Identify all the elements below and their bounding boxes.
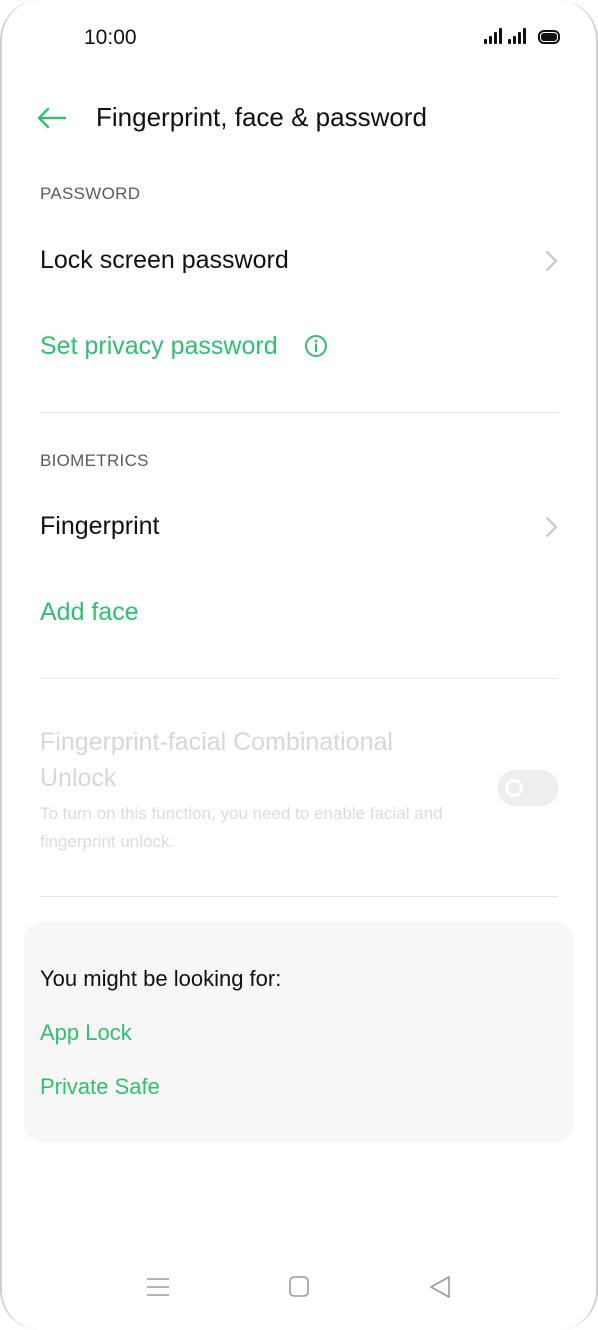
signal-icon xyxy=(484,28,502,44)
set-privacy-password-label: Set privacy password xyxy=(40,332,278,360)
back-arrow-icon xyxy=(37,107,67,129)
menu-icon xyxy=(147,1278,169,1296)
back-icon xyxy=(430,1276,450,1298)
section-label-password: PASSWORD xyxy=(40,184,141,203)
app-header: Fingerprint, face & password xyxy=(0,92,598,144)
divider xyxy=(40,678,558,679)
combo-unlock-description: To turn on this function, you need to en… xyxy=(40,804,443,851)
nav-back-button[interactable] xyxy=(420,1270,460,1306)
add-face-row[interactable]: Add face xyxy=(40,586,558,640)
toggle-knob xyxy=(505,779,523,797)
combo-unlock-toggle[interactable] xyxy=(497,770,559,806)
section-label-biometrics: BIOMETRICS xyxy=(40,451,149,470)
suggestions-card: You might be looking for: App Lock Priva… xyxy=(24,922,574,1142)
home-icon xyxy=(289,1276,309,1297)
lock-screen-password-row[interactable]: Lock screen password xyxy=(40,234,558,288)
suggestions-title: You might be looking for: xyxy=(40,966,282,991)
combo-unlock-title: Fingerprint-facial Combinational Unlock xyxy=(40,728,393,792)
fingerprint-label: Fingerprint xyxy=(40,512,160,540)
chevron-right-icon xyxy=(546,251,557,271)
status-bar: 10:00 xyxy=(0,0,598,80)
status-icons xyxy=(484,28,560,44)
chevron-right-icon xyxy=(546,517,557,537)
app-lock-link[interactable]: App Lock xyxy=(40,1020,132,1046)
divider xyxy=(40,896,558,897)
home-button[interactable] xyxy=(279,1270,319,1306)
divider xyxy=(40,412,558,413)
status-time: 10:00 xyxy=(84,26,137,49)
lock-screen-password-label: Lock screen password xyxy=(40,246,289,274)
private-safe-link[interactable]: Private Safe xyxy=(40,1074,160,1100)
battery-icon xyxy=(538,30,560,44)
back-button[interactable] xyxy=(34,102,70,134)
navigation-bar xyxy=(0,1270,598,1310)
page-title: Fingerprint, face & password xyxy=(96,102,427,132)
info-icon[interactable] xyxy=(304,334,328,358)
add-face-label: Add face xyxy=(40,598,139,626)
menu-button[interactable] xyxy=(138,1270,178,1306)
signal-icon xyxy=(508,28,526,44)
fingerprint-row[interactable]: Fingerprint xyxy=(40,500,558,554)
set-privacy-password-row[interactable]: Set privacy password xyxy=(40,320,558,374)
